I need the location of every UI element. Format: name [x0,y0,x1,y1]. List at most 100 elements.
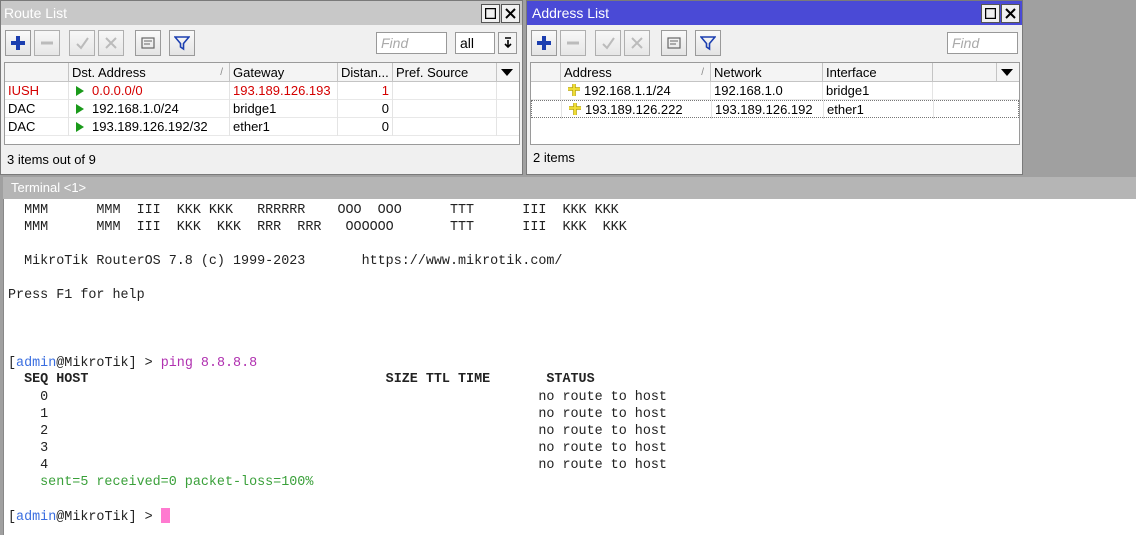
col-interface[interactable]: Interface [823,63,933,82]
route-find-input[interactable]: Find [376,32,447,54]
route-gateway: bridge1 [230,100,338,118]
close-button[interactable] [1001,4,1020,23]
route-distance: 1 [338,82,393,100]
route-list-titlebar[interactable]: Route List [1,1,522,25]
route-flags: IUSH [5,82,69,100]
filter-button[interactable] [169,30,195,56]
filter-button[interactable] [695,30,721,56]
terminal-input-line[interactable]: [admin@MikroTik] > [8,508,170,526]
check-icon [602,37,615,50]
route-active-icon [76,122,84,132]
maximize-button[interactable] [481,4,500,23]
col-flags[interactable] [531,63,561,82]
col-pref-source[interactable]: Pref. Source [393,63,497,82]
prompt-user: admin [16,510,57,525]
filter-icon [700,36,716,51]
close-button[interactable] [501,4,520,23]
terminal-titlebar[interactable]: Terminal <1> [3,177,1136,199]
remove-button[interactable] [560,30,586,56]
col-dst-address[interactable]: Dst. Address / [69,63,230,82]
route-dst-text: 193.189.126.192/32 [92,119,208,134]
comment-icon [141,37,155,49]
prompt-host: MikroTik [64,510,129,525]
address-network: 192.168.1.0 [711,82,823,100]
address-list-window: Address List Find Address / Network Inte… [526,0,1023,175]
ping-row: 2 no route to host [8,424,667,439]
remove-button[interactable] [34,30,60,56]
col-address-label: Address [564,65,612,80]
x-icon [105,37,117,49]
minus-icon [567,41,579,45]
col-spacer [933,63,997,82]
chevron-down-icon [1001,69,1013,76]
col-network[interactable]: Network [711,63,823,82]
chevron-down-icon [501,69,513,76]
address-grid: Address / Network Interface 192.168.1.1/2… [530,62,1020,145]
dropdown-arrow-icon [503,37,512,49]
address-value-text: 192.168.1.1/24 [584,83,671,98]
enable-button[interactable] [595,30,621,56]
route-dst-text: 192.168.1.0/24 [92,101,179,116]
add-button[interactable] [531,30,557,56]
comment-button[interactable] [661,30,687,56]
disable-button[interactable] [624,30,650,56]
address-find-input[interactable]: Find [947,32,1018,54]
filter-icon [174,36,190,51]
route-distance: 0 [338,100,393,118]
terminal-title: Terminal <1> [11,180,87,195]
close-icon [505,8,516,19]
terminal-banner-line: MMM MMM III KKK KKK RRRRRR OOO OOO TTT I… [8,203,619,218]
address-list-title: Address List [532,5,610,21]
terminal-cursor [160,508,170,523]
ping-row: 1 no route to host [8,407,667,422]
table-row[interactable]: 193.189.126.222 193.189.126.192 ether1 [531,100,1019,119]
enable-button[interactable] [69,30,95,56]
route-filter-select[interactable]: all [455,32,495,54]
route-dst-text: 0.0.0.0/0 [92,83,143,98]
comment-icon [667,37,681,49]
route-dst: 0.0.0.0/0 [69,82,230,100]
route-grid-header: Dst. Address / Gateway Distan... Pref. So… [5,63,519,82]
col-flags[interactable] [5,63,69,82]
table-row[interactable]: 192.168.1.1/24 192.168.1.0 bridge1 [531,82,1019,100]
check-icon [76,37,89,50]
address-status: 2 items [533,150,575,165]
col-distance[interactable]: Distan... [338,63,393,82]
table-row[interactable]: IUSH 0.0.0.0/0 193.189.126.193 1 [5,82,519,100]
add-button[interactable] [5,30,31,56]
route-active-icon [76,104,84,114]
terminal-version-line: MikroTik RouterOS 7.8 (c) 1999-2023 http… [8,254,563,269]
ping-row: 0 no route to host [8,390,667,405]
disable-button[interactable] [98,30,124,56]
terminal-help-line: Press F1 for help [8,288,145,303]
route-flags: DAC [5,100,69,118]
x-icon [631,37,643,49]
columns-menu-button[interactable] [497,63,521,82]
route-filter-dropdown[interactable] [498,32,517,54]
route-active-icon [76,86,84,96]
table-row[interactable]: DAC 193.189.126.192/32 ether1 0 [5,118,519,136]
address-value: 193.189.126.222 [562,101,712,119]
ping-summary: sent=5 received=0 packet-loss=100% [8,475,314,490]
col-gateway[interactable]: Gateway [230,63,338,82]
address-interface: bridge1 [823,82,933,100]
address-list-titlebar[interactable]: Address List [527,1,1022,25]
address-plus-icon [569,103,581,115]
col-address[interactable]: Address / [561,63,711,82]
route-gateway: ether1 [230,118,338,136]
columns-menu-button[interactable] [997,63,1021,82]
route-status: 3 items out of 9 [7,152,96,167]
table-row[interactable]: DAC 192.168.1.0/24 bridge1 0 [5,100,519,118]
prompt-host: MikroTik [64,356,129,371]
address-network: 193.189.126.192 [712,101,824,119]
address-grid-header: Address / Network Interface [531,63,1019,82]
route-flags: DAC [5,118,69,136]
route-list-window: Route List Find all Dst. Address / Gatew… [0,0,523,175]
terminal-banner-line: MMM MMM III KKK KKK RRR RRR OOOOOO TTT I… [8,220,627,235]
address-interface: ether1 [824,101,934,119]
close-icon [1005,8,1016,19]
minus-icon [41,41,53,45]
plus-icon [537,36,551,50]
comment-button[interactable] [135,30,161,56]
maximize-button[interactable] [981,4,1000,23]
